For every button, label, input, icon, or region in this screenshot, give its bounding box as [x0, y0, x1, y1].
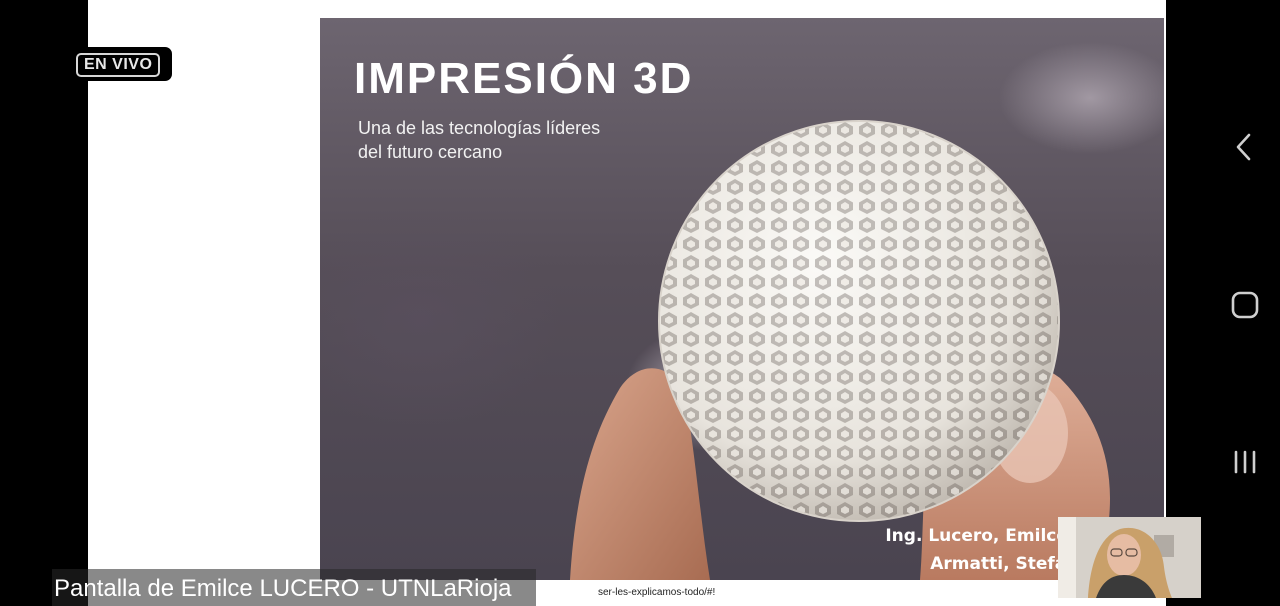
recents-icon[interactable] — [1225, 442, 1265, 482]
android-navigation-bar — [1210, 0, 1280, 606]
subtitle-line: Una de las tecnologías líderes — [358, 118, 601, 138]
live-badge-label: EN VIVO — [76, 53, 161, 77]
participant-video-thumbnail[interactable] — [1058, 517, 1201, 598]
presentation-slide: IMPRESIÓN 3D Una de las tecnologías líde… — [320, 18, 1164, 580]
shared-screen: IMPRESIÓN 3D Una de las tecnologías líde… — [88, 0, 1166, 606]
home-icon[interactable] — [1225, 285, 1265, 325]
slide-subtitle: Una de las tecnologías líderes del futur… — [358, 116, 658, 164]
back-icon[interactable] — [1225, 127, 1265, 167]
slide-title: IMPRESIÓN 3D — [354, 54, 694, 103]
live-badge[interactable]: EN VIVO — [62, 47, 172, 81]
subtitle-line: del futuro cercano — [358, 142, 503, 162]
participant-avatar — [1058, 517, 1201, 598]
printed-sphere-image — [658, 120, 1060, 522]
video-stage: IMPRESIÓN 3D Una de las tecnologías líde… — [0, 0, 1210, 606]
screen-share-label: Pantalla de Emilce LUCERO - UTNLaRioja — [52, 569, 536, 606]
